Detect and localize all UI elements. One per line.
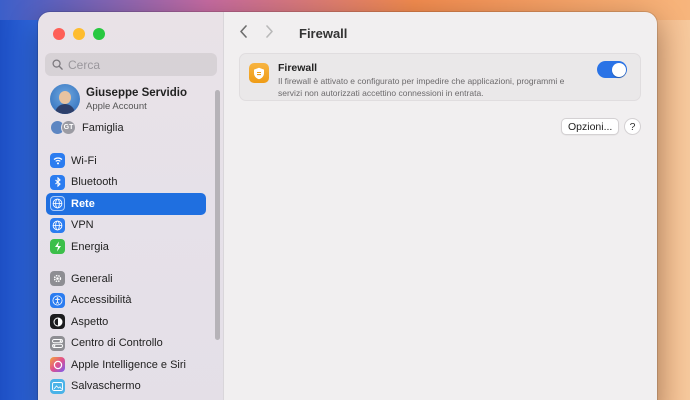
- family-avatar-initials: GT: [61, 120, 76, 135]
- sidebar-item-label: Accessibilità: [71, 294, 132, 307]
- sidebar-item-label: Aspetto: [71, 315, 109, 328]
- minimize-button[interactable]: [73, 28, 85, 40]
- back-button[interactable]: [239, 23, 265, 43]
- screensaver-icon: [50, 378, 65, 394]
- sidebar-item-label: Energia: [71, 240, 109, 253]
- sidebar-item-vpn[interactable]: VPN: [46, 215, 206, 237]
- family-label: Famiglia: [82, 121, 124, 134]
- sidebar: Giuseppe Servidio Apple Account GT Famig…: [38, 12, 224, 400]
- sidebar-item-centro-di-controllo[interactable]: Centro di Controllo: [46, 333, 206, 355]
- options-button[interactable]: Opzioni...: [561, 118, 620, 135]
- sidebar-item-label: Wi-Fi: [71, 154, 97, 167]
- window-controls: [53, 28, 105, 40]
- account-name: Giuseppe Servidio: [86, 86, 187, 99]
- sidebar-item-wifi[interactable]: Wi-Fi: [46, 150, 206, 172]
- toolbar: Firewall: [224, 12, 657, 54]
- sidebar-item-label: Salvaschermo: [71, 380, 141, 393]
- search-input[interactable]: [68, 57, 208, 72]
- firewall-shield-icon: [249, 63, 269, 83]
- vpn-icon: [50, 217, 65, 233]
- account-subtitle: Apple Account: [86, 100, 147, 112]
- sidebar-item-energia[interactable]: Energia: [46, 236, 206, 258]
- globe-icon: [50, 196, 65, 212]
- search-field[interactable]: [45, 53, 217, 76]
- forward-button[interactable]: [265, 23, 291, 43]
- chevron-right-icon: [266, 25, 273, 38]
- help-button[interactable]: ?: [624, 118, 641, 135]
- sidebar-item-label: Bluetooth: [71, 176, 118, 189]
- wifi-icon: [50, 153, 65, 169]
- family-item[interactable]: GT Famiglia: [50, 120, 124, 135]
- avatar: [50, 84, 80, 114]
- control-center-icon: [50, 335, 65, 351]
- bluetooth-icon: [50, 174, 65, 190]
- search-icon: [52, 59, 63, 70]
- sidebar-item-label: Rete: [71, 197, 95, 210]
- accessibility-icon: [50, 292, 65, 308]
- main-pane: Firewall Firewall Il firewall è attivato…: [224, 12, 657, 400]
- toggle-knob: [611, 62, 626, 77]
- sidebar-item-label: Apple Intelligence e Siri: [71, 358, 186, 371]
- firewall-card: Firewall Il firewall è attivato e config…: [239, 53, 641, 101]
- sidebar-item-label: VPN: [71, 219, 94, 232]
- firewall-description: Il firewall è attivato e configurato per…: [278, 76, 565, 98]
- chevron-left-icon: [240, 25, 247, 38]
- sidebar-item-aspetto[interactable]: Aspetto: [46, 311, 206, 333]
- sidebar-item-apple-intelligence-siri[interactable]: Apple Intelligence e Siri: [46, 354, 206, 376]
- gear-icon: [50, 271, 65, 287]
- sidebar-scrollbar[interactable]: [215, 90, 220, 340]
- firewall-toggle[interactable]: [597, 61, 627, 78]
- siri-icon: [50, 357, 65, 373]
- page-title: Firewall: [299, 25, 348, 41]
- energy-icon: [50, 239, 65, 255]
- zoom-button[interactable]: [93, 28, 105, 40]
- family-avatars: GT: [50, 120, 76, 135]
- sidebar-item-bluetooth[interactable]: Bluetooth: [46, 172, 206, 194]
- appearance-icon: [50, 314, 65, 330]
- apple-account-item[interactable]: Giuseppe Servidio Apple Account: [50, 84, 187, 114]
- sidebar-item-accessibilita[interactable]: Accessibilità: [46, 290, 206, 312]
- sidebar-item-label: Centro di Controllo: [71, 337, 163, 350]
- sidebar-item-label: Generali: [71, 272, 113, 285]
- sidebar-group-system: Generali Accessibilità Aspetto Centro di…: [46, 268, 206, 397]
- sidebar-item-generali[interactable]: Generali: [46, 268, 206, 290]
- sidebar-item-salvaschermo[interactable]: Salvaschermo: [46, 376, 206, 398]
- sidebar-item-rete[interactable]: Rete: [46, 193, 206, 215]
- system-settings-window: Giuseppe Servidio Apple Account GT Famig…: [38, 12, 657, 400]
- close-button[interactable]: [53, 28, 65, 40]
- firewall-title: Firewall: [278, 62, 318, 74]
- sidebar-group-network: Wi-Fi Bluetooth Rete VPN Energia: [46, 150, 206, 258]
